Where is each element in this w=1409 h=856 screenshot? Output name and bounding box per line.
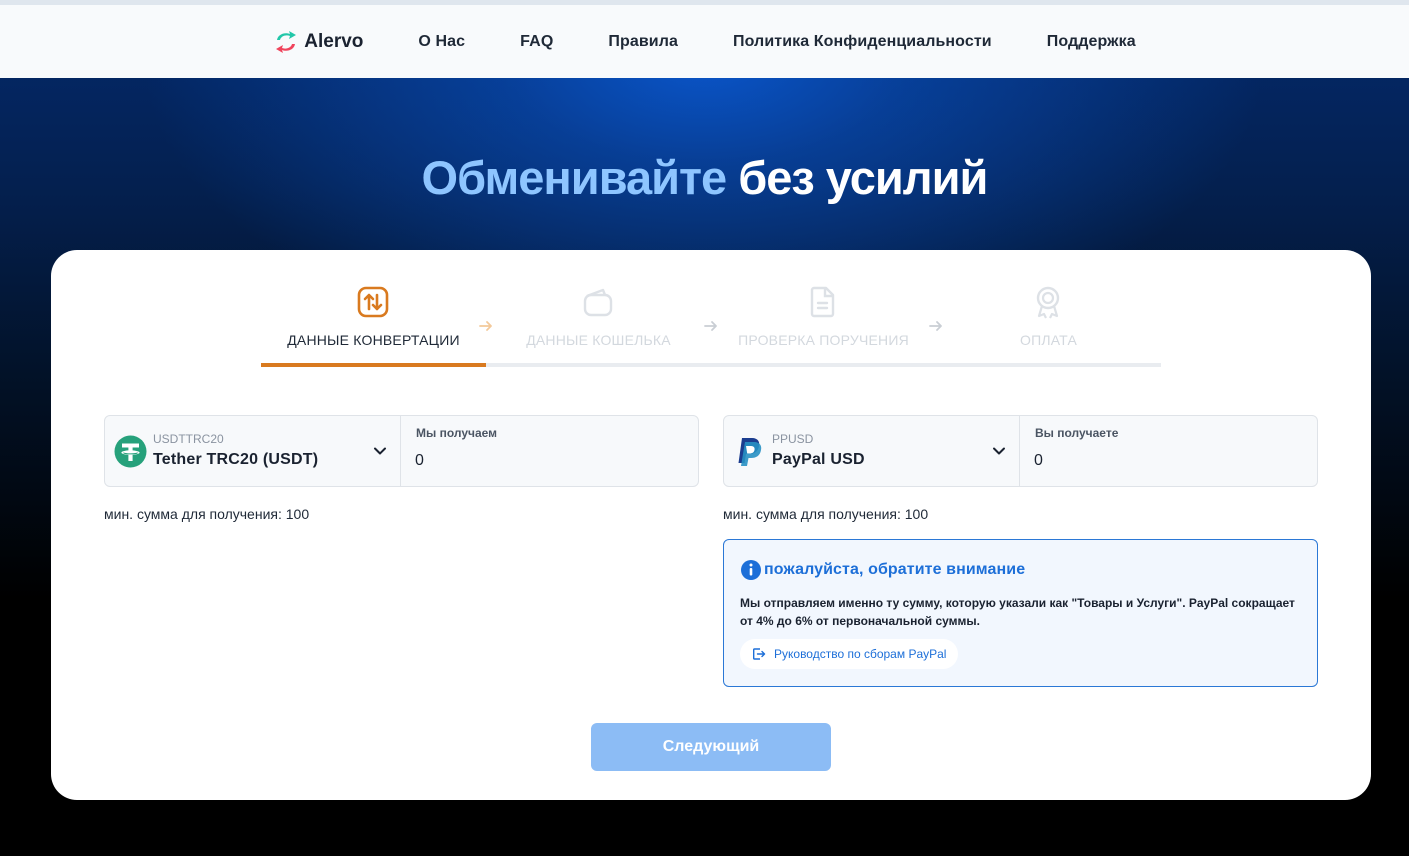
info-icon <box>741 560 761 580</box>
receive-currency-box: PPUSD PayPal USD Вы получаете <box>723 415 1318 487</box>
nav-link-support[interactable]: Поддержка <box>1047 33 1136 51</box>
receive-min-amount: мин. сумма для получения: 100 <box>723 506 929 522</box>
step-label: ОПЛАТА <box>1019 332 1077 348</box>
exchange-card: ДАННЫЕ КОНВЕРТАЦИИ ДАННЫЕ КОШЕЛЬКА ПРОВЕ… <box>51 250 1371 800</box>
step-label: ДАННЫЕ КОНВЕРТАЦИИ <box>287 332 460 348</box>
step-order-check[interactable]: ПРОВЕРКА ПОРУЧЕНИЯ <box>711 285 936 363</box>
step-progress-track <box>261 363 1161 367</box>
send-currency-code: USDTTRC20 <box>153 432 224 446</box>
step-label: ПРОВЕРКА ПОРУЧЕНИЯ <box>738 332 909 348</box>
exchange-arrows-icon <box>357 286 389 318</box>
send-currency-select[interactable]: USDTTRC20 Tether TRC20 (USDT) <box>105 416 401 486</box>
notice-body: Мы отправляем именно ту сумму, которую у… <box>740 596 1295 628</box>
stepper: ДАННЫЕ КОНВЕРТАЦИИ ДАННЫЕ КОШЕЛЬКА ПРОВЕ… <box>261 285 1161 367</box>
send-amount-label: Мы получаем <box>416 426 498 440</box>
send-min-amount: мин. сумма для получения: 100 <box>104 506 310 522</box>
step-progress-fill <box>261 363 486 367</box>
external-link-icon <box>753 648 766 660</box>
send-currency-box: USDTTRC20 Tether TRC20 (USDT) Мы получае… <box>104 415 699 487</box>
tether-icon <box>114 435 147 468</box>
chevron-down-icon <box>374 447 386 455</box>
step-label: ДАННЫЕ КОШЕЛЬКА <box>526 332 671 348</box>
send-amount-group: Мы получаем <box>401 416 698 486</box>
hero-title-rest: без усилий <box>738 151 988 204</box>
notice-title-text: пожалуйста, обратите внимание <box>764 561 1026 578</box>
receive-currency-code: PPUSD <box>772 432 814 446</box>
nav-link-about[interactable]: О Нас <box>418 33 465 51</box>
hero-title-highlight: Обменивайте <box>421 151 728 204</box>
hero-title: Обменивайте без усилий <box>0 150 1409 205</box>
receive-amount-group: Вы получаете <box>1020 416 1317 486</box>
award-icon <box>1036 286 1060 319</box>
send-currency-name: Tether TRC20 (USDT) <box>153 451 319 468</box>
notice-title: пожалуйста, обратите внимание <box>740 559 1025 581</box>
receive-currency-name: PayPal USD <box>772 451 865 468</box>
send-amount-input[interactable] <box>415 450 675 472</box>
exchange-logo-icon <box>276 30 297 53</box>
nav-link-faq[interactable]: FAQ <box>520 33 553 51</box>
paypal-fee-guide-link[interactable]: Руководство по сборам PayPal <box>740 639 959 669</box>
receive-amount-label: Вы получаете <box>1035 426 1119 440</box>
next-button[interactable]: Следующий <box>591 723 831 771</box>
step-payment[interactable]: ОПЛАТА <box>936 285 1161 363</box>
receive-amount-input[interactable] <box>1034 450 1294 472</box>
nav-inner: Alervo О Нас FAQ Правила Политика Конфид… <box>273 30 1136 54</box>
nav-link-rules[interactable]: Правила <box>608 33 678 51</box>
receive-currency-select[interactable]: PPUSD PayPal USD <box>724 416 1020 486</box>
step-conversion-data[interactable]: ДАННЫЕ КОНВЕРТАЦИИ <box>261 285 486 363</box>
document-icon <box>810 286 835 318</box>
wallet-icon <box>583 288 613 317</box>
paypal-fee-guide-text: Руководство по сборам PayPal <box>774 647 947 661</box>
navbar: Alervo О Нас FAQ Правила Политика Конфид… <box>0 5 1409 78</box>
nav-link-privacy[interactable]: Политика Конфиденциальности <box>733 33 992 51</box>
notice-box: пожалуйста, обратите внимание Мы отправл… <box>723 539 1318 687</box>
brand-logo[interactable]: Alervo <box>273 30 363 54</box>
step-wallet-data[interactable]: ДАННЫЕ КОШЕЛЬКА <box>486 285 711 363</box>
chevron-down-icon <box>993 447 1005 455</box>
brand-name: Alervo <box>304 30 364 52</box>
paypal-icon <box>738 438 762 466</box>
